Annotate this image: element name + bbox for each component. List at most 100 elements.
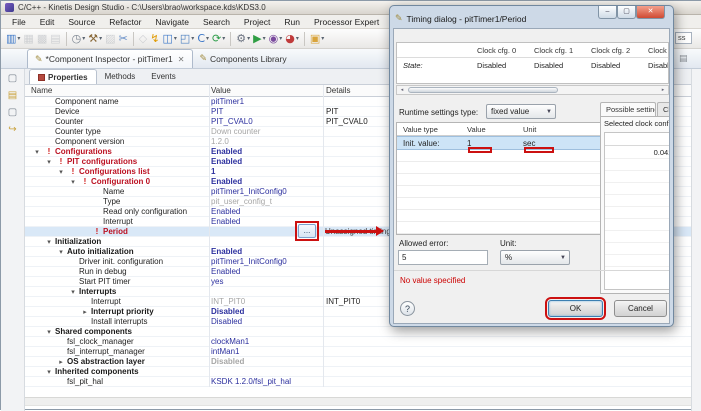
quick-access-box[interactable]: ss [675, 32, 692, 44]
tree-collapsed-icon[interactable]: ▸ [79, 308, 91, 316]
tree-expanded-icon[interactable]: ▾ [55, 168, 67, 176]
property-value[interactable]: Enabled [211, 207, 323, 216]
link-editor-icon[interactable]: ↪ [8, 124, 16, 135]
lightning-button[interactable]: ↯ [149, 31, 160, 47]
menu-project[interactable]: Project [237, 15, 277, 29]
menu-processor-expert[interactable]: Processor Expert [307, 15, 386, 29]
table-row[interactable]: fsl_clock_managerclockMan1 [25, 337, 691, 347]
tree-expanded-icon[interactable]: ▾ [43, 368, 55, 376]
minimize-button[interactable]: – [598, 6, 617, 19]
property-value[interactable]: Enabled [211, 267, 323, 276]
property-value[interactable]: Enabled [211, 247, 323, 256]
open-folder-icon[interactable]: ▤ [8, 90, 17, 101]
editor-tab-0[interactable]: ✎*Component Inspector - pitTimer1✕ [27, 49, 193, 68]
tab-clock[interactable]: Clock [657, 102, 670, 116]
property-value[interactable]: yes [211, 277, 323, 286]
menu-navigate[interactable]: Navigate [148, 15, 196, 29]
view-window-icon[interactable]: ▢ [8, 107, 17, 118]
horizontal-scrollbar[interactable] [25, 397, 691, 406]
menu-search[interactable]: Search [196, 15, 237, 29]
close-icon[interactable]: ✕ [178, 55, 185, 64]
tab-methods[interactable]: Methods [97, 69, 144, 84]
open-resource-button[interactable]: ▣▾ [309, 31, 325, 47]
save-all-button[interactable]: ▩ [36, 31, 48, 47]
property-value[interactable]: Disabled [211, 307, 323, 316]
init-value-cell[interactable]: 1 [461, 137, 517, 149]
tree-expanded-icon[interactable]: ▾ [43, 328, 55, 336]
column-header-details[interactable]: Details [326, 86, 350, 95]
unit-select[interactable]: %▼ [500, 250, 570, 265]
scissors-button[interactable]: ✂ [118, 31, 129, 47]
table-row[interactable]: fsl_interrupt_managerintMan1 [25, 347, 691, 357]
table-row[interactable]: fsl_pit_halKSDK 1.2.0/fsl_pit_hal [25, 377, 691, 387]
scrollbar-thumb[interactable] [408, 87, 558, 93]
tree-collapsed-icon[interactable]: ▸ [55, 358, 67, 366]
maximize-button[interactable]: ▢ [617, 6, 636, 19]
external-tools-button[interactable]: ◉▾ [268, 31, 284, 47]
run-button[interactable]: ▶▾ [252, 31, 266, 47]
column-header-value[interactable]: Value [211, 86, 231, 95]
column-header-name[interactable]: Name [31, 86, 52, 95]
tab-possible-settings[interactable]: Possible settings [600, 102, 656, 116]
history-button[interactable]: ◷▾ [71, 31, 87, 47]
property-value[interactable]: PIT_CVAL0 [211, 117, 323, 126]
property-value[interactable]: Enabled [211, 157, 323, 166]
scroll-left-icon[interactable]: ◂ [398, 87, 406, 93]
build-button[interactable]: ⚒▾ [87, 31, 103, 47]
editor-tab-1[interactable]: ✎Components Library [193, 49, 294, 68]
new-wizard-button[interactable]: ▥▾ [5, 31, 21, 47]
scroll-right-icon[interactable]: ▸ [659, 87, 667, 93]
restore-view-icon[interactable]: ▢ [8, 73, 17, 84]
profile-button[interactable]: ◕▾ [284, 31, 300, 47]
unit-cell[interactable]: sec [517, 137, 569, 149]
print-button[interactable]: ▤ [49, 31, 61, 47]
table-row[interactable]: ▾Shared components [25, 327, 691, 337]
property-value[interactable]: KSDK 1.2.0/fsl_pit_hal [211, 377, 323, 386]
menu-source[interactable]: Source [61, 15, 102, 29]
tree-expanded-icon[interactable]: ▾ [31, 148, 43, 156]
tree-expanded-icon[interactable]: ▾ [43, 158, 55, 166]
ok-button[interactable]: OK [548, 300, 603, 317]
table-row[interactable]: ▸OS abstraction layerDisabled [25, 357, 691, 367]
new-window-button[interactable]: ◰▾ [179, 31, 195, 47]
property-value[interactable]: PIT [211, 107, 323, 116]
property-value[interactable]: 1 [211, 167, 323, 176]
property-value[interactable]: pit_user_config_t [211, 197, 323, 206]
refresh-button[interactable]: ⟳▾ [211, 31, 226, 47]
clock-table-scrollbar[interactable]: ◂ ▸ [396, 85, 669, 95]
table-row[interactable]: ▾Inherited components [25, 367, 691, 377]
tree-expanded-icon[interactable]: ▾ [67, 288, 79, 296]
menu-file[interactable]: File [5, 15, 33, 29]
menu-edit[interactable]: Edit [33, 15, 62, 29]
allowed-error-input[interactable] [398, 250, 488, 265]
cancel-button[interactable]: Cancel [614, 300, 667, 317]
property-value[interactable]: pitTimer1 [211, 97, 323, 106]
tree-expanded-icon[interactable]: ▾ [55, 248, 67, 256]
tree-expanded-icon[interactable]: ▾ [67, 178, 79, 186]
property-value[interactable]: Disabled [211, 357, 323, 366]
menu-refactor[interactable]: Refactor [102, 15, 148, 29]
property-value[interactable]: pitTimer1_InitConfig0 [211, 187, 323, 196]
save-button[interactable]: ▦ [22, 31, 34, 47]
c-project-button[interactable]: C▾ [196, 31, 210, 47]
runtime-settings-select[interactable]: fixed value▼ [486, 104, 556, 119]
asm-button[interactable]: ▨ [104, 31, 116, 47]
help-button[interactable]: ? [400, 301, 415, 316]
possible-setting-value[interactable]: 0.041667 μs [605, 146, 670, 159]
property-value[interactable]: intMan1 [211, 347, 323, 356]
property-value[interactable]: Enabled [211, 147, 323, 156]
close-button[interactable]: ✕ [636, 6, 665, 19]
property-value[interactable]: clockMan1 [211, 337, 323, 346]
menu-run[interactable]: Run [277, 15, 307, 29]
property-value[interactable]: Disabled [211, 317, 323, 326]
period-ellipsis-button[interactable]: ... [298, 224, 316, 238]
property-value[interactable]: 1.2.0 [211, 137, 323, 146]
view-menu-icon[interactable]: ▤ [679, 53, 688, 64]
property-value[interactable]: Enabled [211, 177, 323, 186]
property-value[interactable]: INT_PIT0 [211, 297, 323, 306]
tree-expanded-icon[interactable]: ▾ [43, 238, 55, 246]
tab-events[interactable]: Events [143, 69, 183, 84]
init-value-row[interactable]: Init. value: 1 sec [397, 136, 605, 150]
property-value[interactable]: Down counter [211, 127, 323, 136]
tab-properties[interactable]: Properties [29, 69, 97, 84]
